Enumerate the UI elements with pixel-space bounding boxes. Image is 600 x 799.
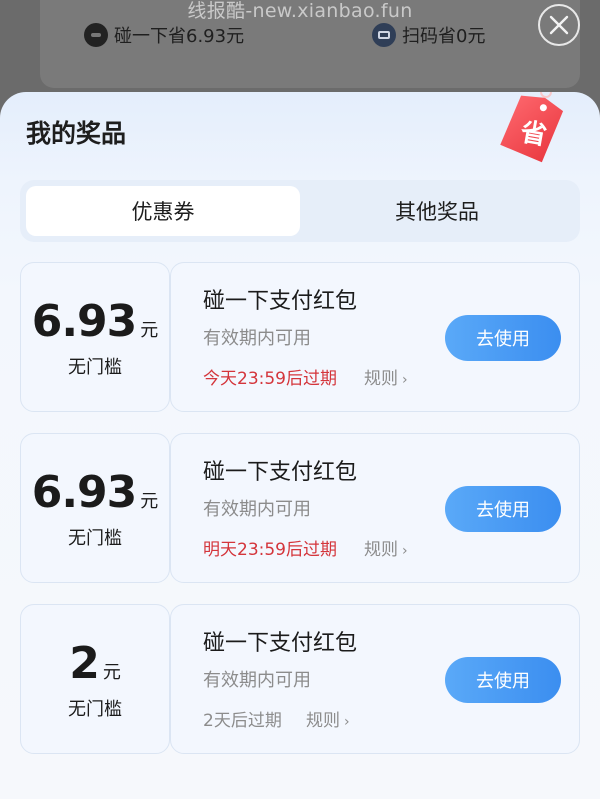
- coupon-rules-link[interactable]: 规则 ›: [306, 706, 350, 731]
- coupon-threshold: 无门槛: [68, 356, 122, 378]
- coupon-name: 碰一下支付红包: [203, 289, 358, 314]
- coupon-expiry: 2天后过期: [203, 711, 282, 731]
- prizes-sheet: 我的奖品 省 优惠券 其他奖品 6.93 元 无门槛 碰一下支付红包 有效期内可…: [0, 92, 600, 799]
- coupon-amount-panel: 6.93 元 无门槛: [20, 262, 170, 412]
- coupon-validity: 有效期内可用: [203, 328, 311, 349]
- tab-coupons[interactable]: 优惠券: [26, 186, 300, 236]
- coupon-detail-panel: 碰一下支付红包 有效期内可用 今天23:59后过期 规则 › 去使用: [170, 262, 580, 412]
- rules-label: 规则: [364, 369, 398, 389]
- use-coupon-button[interactable]: 去使用: [445, 315, 561, 361]
- close-button[interactable]: [538, 4, 580, 46]
- chevron-right-icon: ›: [344, 714, 350, 730]
- coupon-name: 碰一下支付红包: [203, 631, 358, 656]
- coupon-detail-panel: 碰一下支付红包 有效期内可用 明天23:59后过期 规则 › 去使用: [170, 433, 580, 583]
- coupon-expiry: 今天23:59后过期: [203, 369, 337, 389]
- coupon-threshold: 无门槛: [68, 527, 122, 549]
- background-tap-savings: 碰一下省6.93元: [84, 22, 244, 48]
- coupon-rules-link[interactable]: 规则 ›: [364, 364, 408, 389]
- tap-savings-label: 碰一下省6.93元: [114, 26, 245, 47]
- coupon-unit: 元: [140, 490, 159, 512]
- coupon-amount-panel: 2 元 无门槛: [20, 604, 170, 754]
- use-coupon-button[interactable]: 去使用: [445, 657, 561, 703]
- prize-tabs: 优惠券 其他奖品: [20, 180, 580, 242]
- coupon-amount: 6.93: [31, 466, 138, 518]
- scan-savings-label: 扫码省0元: [402, 26, 486, 47]
- tab-other-prizes[interactable]: 其他奖品: [300, 186, 574, 236]
- coupon-unit: 元: [140, 319, 159, 341]
- coupon-expiry: 明天23:59后过期: [203, 540, 337, 560]
- scan-icon: [372, 23, 396, 47]
- savings-tag-icon: 省: [500, 92, 564, 163]
- coupon-unit: 元: [102, 661, 121, 683]
- coupon-name: 碰一下支付红包: [203, 460, 358, 485]
- chevron-right-icon: ›: [402, 372, 408, 388]
- coupon-validity: 有效期内可用: [203, 499, 311, 520]
- background-scan-savings: 扫码省0元: [372, 22, 485, 48]
- coupon-amount: 6.93: [31, 295, 138, 347]
- coupon-rules-link[interactable]: 规则 ›: [364, 535, 408, 560]
- coupon-card: 6.93 元 无门槛 碰一下支付红包 有效期内可用 今天23:59后过期 规则 ›…: [20, 262, 580, 412]
- rules-label: 规则: [364, 540, 398, 560]
- rules-label: 规则: [306, 711, 340, 731]
- coupon-detail-panel: 碰一下支付红包 有效期内可用 2天后过期 规则 › 去使用: [170, 604, 580, 754]
- chevron-right-icon: ›: [402, 543, 408, 559]
- coupon-validity: 有效期内可用: [203, 670, 311, 691]
- nfc-icon: [84, 23, 108, 47]
- badge-char: 省: [517, 117, 549, 151]
- coupon-card: 2 元 无门槛 碰一下支付红包 有效期内可用 2天后过期 规则 › 去使用: [20, 604, 580, 754]
- watermark: 线报酷-new.xianbao.fun: [187, 0, 413, 22]
- coupon-threshold: 无门槛: [68, 698, 122, 720]
- coupon-card: 6.93 元 无门槛 碰一下支付红包 有效期内可用 明天23:59后过期 规则 ›…: [20, 433, 580, 583]
- close-icon: [549, 15, 569, 35]
- use-coupon-button[interactable]: 去使用: [445, 486, 561, 532]
- coupon-amount: 2: [69, 637, 100, 689]
- sheet-title: 我的奖品: [26, 119, 127, 148]
- coupon-amount-panel: 6.93 元 无门槛: [20, 433, 170, 583]
